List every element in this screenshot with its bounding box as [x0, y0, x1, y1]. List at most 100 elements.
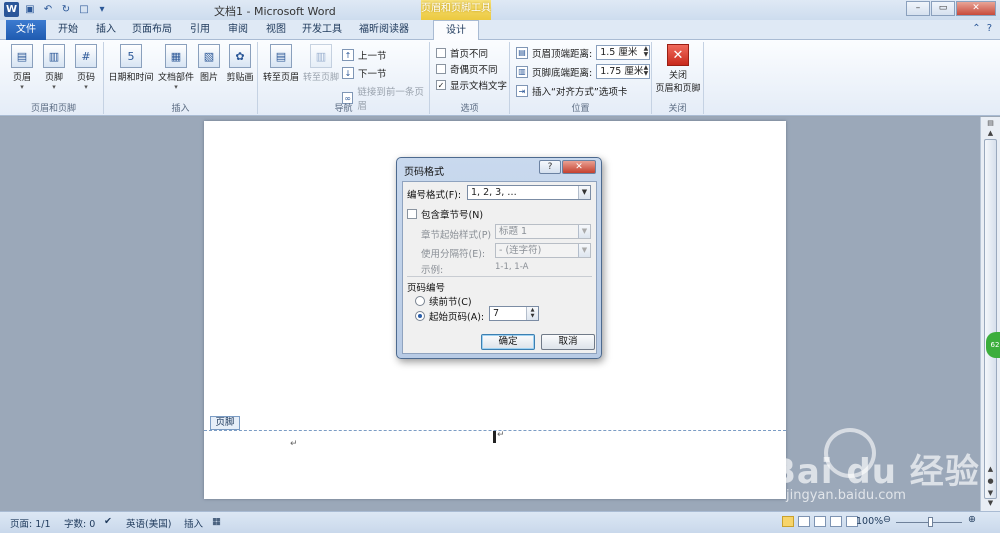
next-section-label: 下一节	[358, 69, 387, 80]
watermark-brand: Bai du 经验	[770, 452, 980, 492]
dialog-close-button[interactable]: ✕	[562, 160, 596, 174]
browse-object-icon[interactable]: ●	[984, 477, 997, 489]
next-section-button[interactable]: ↓ 下一节	[342, 66, 387, 80]
include-chapter-checkbox[interactable]: 包含章节号(N)	[407, 207, 483, 221]
footer-icon: ▥	[43, 44, 65, 68]
paragraph-mark: ↵	[290, 439, 298, 449]
tab-file[interactable]: 文件	[6, 20, 46, 40]
zoom-out-icon[interactable]: ⊖	[883, 514, 891, 525]
tab-design[interactable]: 设计	[433, 20, 479, 41]
header-distance-value: 1.5 厘米	[600, 47, 638, 58]
previous-page-icon[interactable]: ▲	[984, 465, 997, 477]
start-at-radio[interactable]: 起始页码(A):	[415, 309, 484, 323]
help-button[interactable]: ?	[539, 160, 561, 174]
picture-button[interactable]: ▧ 图片	[196, 44, 222, 83]
close-window-button[interactable]: ✕	[956, 1, 996, 16]
dialog-title: 页码格式	[404, 167, 444, 178]
goto-header-button[interactable]: ▤ 转至页眉	[262, 44, 300, 83]
tab-developer[interactable]: 开发工具	[298, 20, 346, 40]
footer-tag: 页脚	[210, 416, 240, 430]
separator-label: 使用分隔符(E):	[421, 249, 486, 260]
footer-distance-row: ▥ 页脚底端距离: 1.75 厘米 ▲ ▼	[516, 64, 651, 79]
group-label: 导航	[334, 104, 353, 114]
close-header-footer-button[interactable]: ✕ 关闭 页眉和页脚	[653, 44, 703, 94]
chapter-style-select[interactable]: 标题 1 ▼	[495, 224, 591, 239]
tab-insert[interactable]: 插入	[90, 20, 122, 40]
goto-footer-button[interactable]: ▥ 转至页脚	[302, 44, 340, 83]
paragraph-mark: ↵	[497, 430, 505, 440]
save-icon[interactable]: ▣	[23, 3, 37, 17]
dialog-body: 编号格式(F): 1, 2, 3, … ▼ 包含章节号(N) 章节起始样式(P)…	[402, 181, 597, 354]
insert-alignment-tab-label: 插入“对齐方式”选项卡	[532, 87, 628, 98]
alignment-tab-icon: ⇥	[516, 85, 528, 97]
insert-mode[interactable]: 插入	[184, 516, 203, 530]
group-label: 页眉和页脚	[30, 104, 76, 114]
minimize-button[interactable]: –	[906, 1, 930, 16]
insert-alignment-tab-button[interactable]: ⇥ 插入“对齐方式”选项卡	[516, 84, 627, 98]
undo-icon[interactable]: ↶	[41, 3, 55, 17]
continue-from-previous-radio[interactable]: 续前节(C)	[415, 294, 472, 308]
word-logo-icon[interactable]: W	[4, 2, 19, 17]
previous-section-icon: ↑	[342, 49, 354, 61]
word-count[interactable]: 字数: 0	[64, 516, 95, 530]
language[interactable]: 英语(美国)	[126, 516, 171, 530]
minimize-ribbon-icon[interactable]: ⌃	[972, 23, 980, 34]
help-icon[interactable]: ?	[987, 23, 992, 34]
zoom-in-icon[interactable]: ⊕	[968, 514, 976, 525]
header-button[interactable]: ▤ 页眉 ▾	[8, 44, 36, 91]
footer-button-label: 页脚	[44, 73, 63, 83]
redo-icon[interactable]: ↻	[59, 3, 73, 17]
zoom-slider-thumb[interactable]	[928, 517, 933, 527]
maximize-button[interactable]: ▭	[931, 1, 955, 16]
spin-arrows-icon[interactable]: ▲ ▼	[526, 307, 538, 320]
previous-section-button[interactable]: ↑ 上一节	[342, 48, 387, 62]
cancel-button[interactable]: 取消	[541, 334, 595, 350]
tab-review[interactable]: 审阅	[222, 20, 254, 40]
tab-foxit-reader[interactable]: 福昕阅读器	[354, 20, 414, 40]
group-label: 插入	[171, 104, 190, 114]
new-document-icon[interactable]: □	[77, 3, 91, 17]
separator-select[interactable]: - (连字符) ▼	[495, 243, 591, 258]
show-document-text-checkbox[interactable]: ✓ 显示文档文字	[436, 78, 507, 92]
chevron-down-icon: ▾	[52, 83, 56, 91]
zoom-level[interactable]: 100%	[856, 516, 883, 527]
spin-arrows-icon[interactable]: ▲ ▼	[644, 65, 649, 77]
group-label: 位置	[571, 104, 590, 114]
vertical-scrollbar[interactable]: ▤ ▲ ▲ ● ▼ ▼	[980, 117, 1000, 511]
tab-home[interactable]: 开始	[52, 20, 84, 40]
customize-qat-icon[interactable]: ▾	[95, 3, 109, 17]
scrollbar-thumb[interactable]	[984, 139, 997, 499]
window-title: 文档1 - Microsoft Word	[214, 5, 336, 18]
date-time-button[interactable]: 5 日期和时间	[106, 44, 156, 83]
footer-button[interactable]: ▥ 页脚 ▾	[40, 44, 68, 91]
number-format-select[interactable]: 1, 2, 3, … ▼	[467, 185, 591, 200]
footer-distance-input[interactable]: 1.75 厘米 ▲ ▼	[596, 64, 651, 79]
page-number-format-dialog: 页码格式 ? ✕ 编号格式(F): 1, 2, 3, … ▼ 包含章节号(N) …	[396, 157, 602, 359]
header-distance-input[interactable]: 1.5 厘米 ▲ ▼	[596, 45, 651, 60]
web-layout-icon[interactable]	[814, 516, 826, 527]
clip-art-button[interactable]: ✿ 剪贴画	[224, 44, 256, 83]
spin-arrows-icon[interactable]: ▲ ▼	[644, 46, 649, 58]
chapter-style-value: 标题 1	[499, 226, 528, 237]
side-badge[interactable]: 62	[986, 332, 1000, 358]
page-count[interactable]: 页面: 1/1	[10, 516, 51, 530]
different-odd-even-checkbox[interactable]: 奇偶页不同	[436, 62, 498, 76]
tab-view[interactable]: 视图	[260, 20, 292, 40]
quick-parts-button[interactable]: ▦ 文档部件 ▾	[156, 44, 196, 91]
example-label: 示例:	[421, 265, 444, 276]
tab-page-layout[interactable]: 页面布局	[128, 20, 176, 40]
full-screen-reading-icon[interactable]	[798, 516, 810, 527]
outline-view-icon[interactable]	[830, 516, 842, 527]
print-layout-view-icon[interactable]	[782, 516, 794, 527]
footer-distance-label: 页脚底端距离:	[532, 67, 593, 79]
chevron-down-icon[interactable]: ▼	[578, 186, 590, 199]
proofing-icon[interactable]: ✔	[104, 516, 112, 527]
status-bar: 页面: 1/1 字数: 0 ✔ 英语(美国) 插入 ▦ 100% ⊖ ⊕	[0, 511, 1000, 533]
scroll-down-icon[interactable]: ▼	[984, 499, 997, 511]
macro-record-icon[interactable]: ▦	[212, 516, 221, 527]
page-number-button[interactable]: # 页码 ▾	[72, 44, 100, 91]
different-first-page-checkbox[interactable]: 首页不同	[436, 46, 488, 60]
ok-button[interactable]: 确定	[481, 334, 535, 350]
tab-references[interactable]: 引用	[184, 20, 216, 40]
start-at-input[interactable]: 7 ▲ ▼	[489, 306, 539, 321]
